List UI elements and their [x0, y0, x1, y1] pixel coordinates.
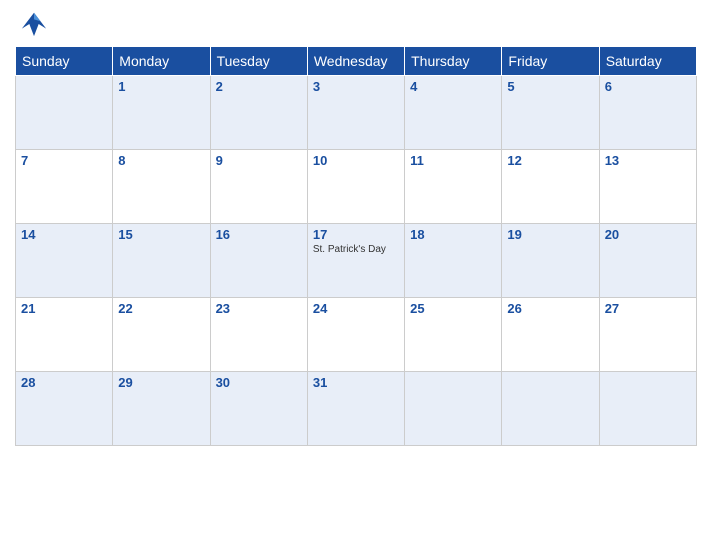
calendar-cell: 24	[307, 298, 404, 372]
day-number: 8	[118, 153, 204, 168]
calendar-cell: 14	[16, 224, 113, 298]
logo-area	[20, 10, 52, 38]
weekday-tuesday: Tuesday	[210, 47, 307, 76]
day-number: 4	[410, 79, 496, 94]
calendar-cell: 12	[502, 150, 599, 224]
calendar-cell: 18	[405, 224, 502, 298]
calendar-cell: 15	[113, 224, 210, 298]
calendar-cell: 23	[210, 298, 307, 372]
calendar-cell: 8	[113, 150, 210, 224]
calendar-cell: 27	[599, 298, 696, 372]
calendar-table: SundayMondayTuesdayWednesdayThursdayFrid…	[15, 46, 697, 446]
calendar-week-row: 28 29 30 31	[16, 372, 697, 446]
day-number: 7	[21, 153, 107, 168]
weekday-header-row: SundayMondayTuesdayWednesdayThursdayFrid…	[16, 47, 697, 76]
calendar-cell	[502, 372, 599, 446]
calendar-cell: 19	[502, 224, 599, 298]
calendar-cell: 4	[405, 76, 502, 150]
calendar-cell: 20	[599, 224, 696, 298]
day-number: 5	[507, 79, 593, 94]
calendar-cell: 6	[599, 76, 696, 150]
day-number: 21	[21, 301, 107, 316]
calendar-week-row: 14 15 16 17 St. Patrick's Day 18 19 20	[16, 224, 697, 298]
event-label: St. Patrick's Day	[313, 244, 399, 255]
weekday-sunday: Sunday	[16, 47, 113, 76]
day-number: 19	[507, 227, 593, 242]
day-number: 30	[216, 375, 302, 390]
day-number: 16	[216, 227, 302, 242]
day-number: 14	[21, 227, 107, 242]
calendar-cell: 9	[210, 150, 307, 224]
calendar-cell: 30	[210, 372, 307, 446]
day-number: 18	[410, 227, 496, 242]
calendar-week-row: 21 22 23 24 25 26 27	[16, 298, 697, 372]
calendar-cell: 22	[113, 298, 210, 372]
day-number: 11	[410, 153, 496, 168]
logo-bird-icon	[20, 10, 48, 38]
day-number: 12	[507, 153, 593, 168]
calendar-cell: 29	[113, 372, 210, 446]
day-number: 15	[118, 227, 204, 242]
day-number: 22	[118, 301, 204, 316]
calendar-cell: 21	[16, 298, 113, 372]
weekday-thursday: Thursday	[405, 47, 502, 76]
calendar-cell: 26	[502, 298, 599, 372]
day-number: 23	[216, 301, 302, 316]
weekday-saturday: Saturday	[599, 47, 696, 76]
calendar-cell	[16, 76, 113, 150]
day-number: 9	[216, 153, 302, 168]
day-number: 1	[118, 79, 204, 94]
calendar-cell: 5	[502, 76, 599, 150]
day-number: 24	[313, 301, 399, 316]
day-number: 2	[216, 79, 302, 94]
calendar-cell: 1	[113, 76, 210, 150]
calendar-container: SundayMondayTuesdayWednesdayThursdayFrid…	[0, 0, 712, 550]
calendar-cell: 13	[599, 150, 696, 224]
calendar-cell: 16	[210, 224, 307, 298]
day-number: 20	[605, 227, 691, 242]
calendar-cell: 10	[307, 150, 404, 224]
calendar-cell: 7	[16, 150, 113, 224]
calendar-cell	[405, 372, 502, 446]
calendar-cell: 3	[307, 76, 404, 150]
day-number: 3	[313, 79, 399, 94]
day-number: 27	[605, 301, 691, 316]
day-number: 17	[313, 227, 399, 242]
calendar-cell: 28	[16, 372, 113, 446]
calendar-cell	[599, 372, 696, 446]
day-number: 6	[605, 79, 691, 94]
day-number: 31	[313, 375, 399, 390]
calendar-cell: 17 St. Patrick's Day	[307, 224, 404, 298]
calendar-cell: 11	[405, 150, 502, 224]
calendar-header	[15, 10, 697, 38]
weekday-friday: Friday	[502, 47, 599, 76]
day-number: 26	[507, 301, 593, 316]
day-number: 10	[313, 153, 399, 168]
calendar-week-row: 789 10 11 12 13	[16, 150, 697, 224]
calendar-cell: 31	[307, 372, 404, 446]
day-number: 25	[410, 301, 496, 316]
day-number: 13	[605, 153, 691, 168]
weekday-wednesday: Wednesday	[307, 47, 404, 76]
day-number: 29	[118, 375, 204, 390]
calendar-week-row: 123456	[16, 76, 697, 150]
calendar-cell: 25	[405, 298, 502, 372]
weekday-monday: Monday	[113, 47, 210, 76]
calendar-cell: 2	[210, 76, 307, 150]
day-number: 28	[21, 375, 107, 390]
